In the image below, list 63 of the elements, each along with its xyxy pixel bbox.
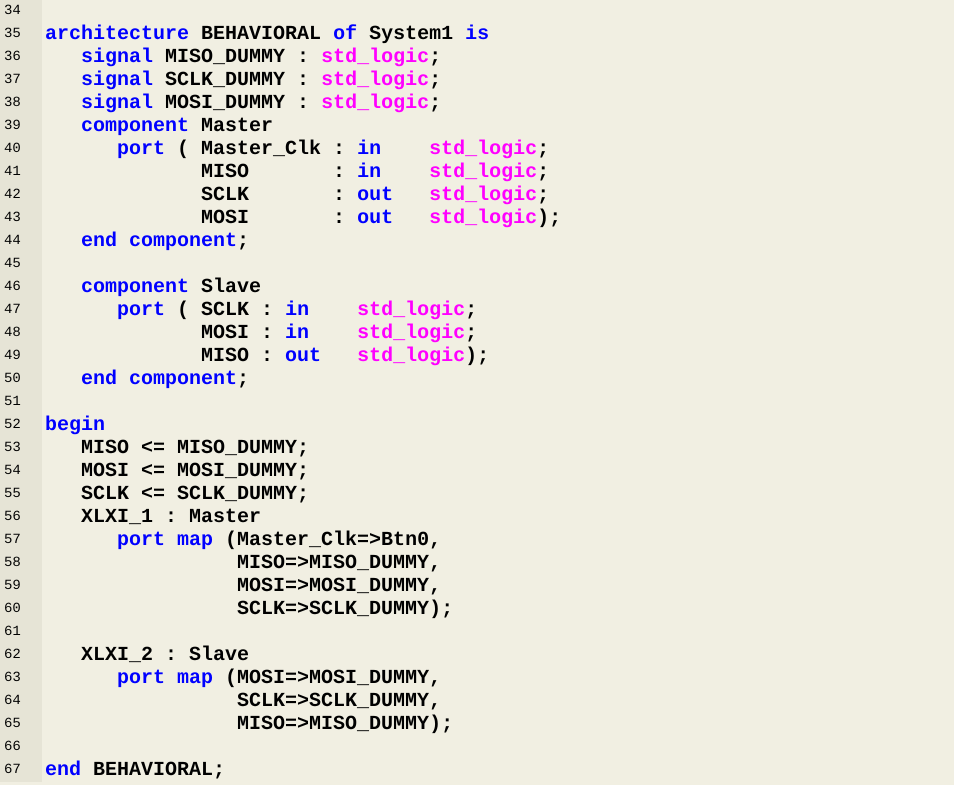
line-number: 64 <box>4 692 21 711</box>
line-number: 62 <box>4 646 21 665</box>
line-number: 60 <box>4 600 21 619</box>
line-number: 38 <box>4 94 21 113</box>
code-line: SCLK : out std_logic; <box>200 184 550 207</box>
line-number: 35 <box>4 25 21 44</box>
code-line: XLXI_1 : Master <box>80 506 262 529</box>
line-number: 57 <box>4 531 21 550</box>
code-line: signal MISO_DUMMY : std_logic; <box>80 46 442 69</box>
code-line: end component; <box>80 368 250 391</box>
code-line: MISO : out std_logic); <box>200 345 490 368</box>
line-number: 36 <box>4 48 21 67</box>
line-number: 55 <box>4 485 21 504</box>
line-number: 63 <box>4 669 21 688</box>
line-number: 34 <box>4 2 21 21</box>
code-line: component Master <box>80 115 274 138</box>
line-number: 42 <box>4 186 21 205</box>
code-line: port ( SCLK : in std_logic; <box>116 299 478 322</box>
code-line: XLXI_2 : Slave <box>80 644 250 667</box>
code-line: SCLK=>SCLK_DUMMY); <box>236 598 454 621</box>
code-line: port map (MOSI=>MOSI_DUMMY, <box>116 667 442 690</box>
line-number: 37 <box>4 71 21 90</box>
code-line: port ( Master_Clk : in std_logic; <box>116 138 550 161</box>
line-number: 47 <box>4 301 21 320</box>
line-number: 50 <box>4 370 21 389</box>
line-number: 67 <box>4 761 21 780</box>
line-number: 58 <box>4 554 21 573</box>
code-line: signal SCLK_DUMMY : std_logic; <box>80 69 442 92</box>
line-number: 54 <box>4 462 21 481</box>
code-line: MISO : in std_logic; <box>200 161 550 184</box>
line-number: 56 <box>4 508 21 527</box>
line-number: 41 <box>4 163 21 182</box>
line-number: 45 <box>4 255 21 274</box>
code-line: component Slave <box>80 276 262 299</box>
code-line: end component; <box>80 230 250 253</box>
code-line: port map (Master_Clk=>Btn0, <box>116 529 442 552</box>
code-line: MISO=>MISO_DUMMY); <box>236 713 454 736</box>
line-number: 43 <box>4 209 21 228</box>
line-number: 44 <box>4 232 21 251</box>
code-line: MOSI : out std_logic); <box>200 207 562 230</box>
line-number: 46 <box>4 278 21 297</box>
line-number: 59 <box>4 577 21 596</box>
code-line: SCLK=>SCLK_DUMMY, <box>236 690 442 713</box>
line-number: 52 <box>4 416 21 435</box>
line-number: 40 <box>4 140 21 159</box>
line-number: 53 <box>4 439 21 458</box>
code-line: architecture BEHAVIORAL of System1 is <box>45 23 490 46</box>
line-number: 66 <box>4 738 21 757</box>
code-line: MISO <= MISO_DUMMY; <box>80 437 310 460</box>
line-number: 51 <box>4 393 21 412</box>
code-line: MISO=>MISO_DUMMY, <box>236 552 442 575</box>
line-number: 49 <box>4 347 21 366</box>
code-line: signal MOSI_DUMMY : std_logic; <box>80 92 442 115</box>
code-line: MOSI=>MOSI_DUMMY, <box>236 575 442 598</box>
line-number: 48 <box>4 324 21 343</box>
line-number: 39 <box>4 117 21 136</box>
line-number: 61 <box>4 623 21 642</box>
line-number: 65 <box>4 715 21 734</box>
code-line: SCLK <= SCLK_DUMMY; <box>80 483 310 506</box>
code-line: end BEHAVIORAL; <box>45 759 226 782</box>
code-line: begin <box>45 414 106 437</box>
code-line: MOSI : in std_logic; <box>200 322 478 345</box>
code-line: MOSI <= MOSI_DUMMY; <box>80 460 310 483</box>
